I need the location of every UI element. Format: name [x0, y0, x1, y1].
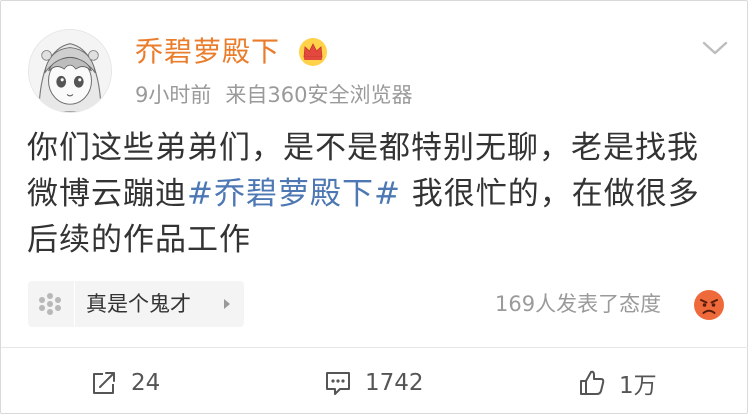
like-count: 1万	[619, 373, 657, 399]
comment-icon	[326, 372, 350, 395]
share-button[interactable]: 24	[89, 363, 160, 403]
topic-link[interactable]: #乔碧萝殿下#	[187, 176, 401, 212]
share-icon	[93, 372, 115, 394]
post-source[interactable]: 来自360安全浏览器	[225, 83, 412, 107]
comment-button[interactable]: 1742	[323, 363, 424, 403]
like-button[interactable]: 1万	[577, 363, 657, 403]
chevron-down-icon[interactable]	[701, 37, 729, 59]
avatar-image	[29, 30, 111, 112]
vip-crown-icon[interactable]	[297, 37, 329, 67]
footer-divider	[1, 347, 748, 348]
angry-face-icon[interactable]	[693, 289, 725, 321]
chip-divider	[74, 281, 75, 327]
thumbs-up-icon	[580, 370, 605, 395]
comment-count: 1742	[365, 370, 424, 396]
avatar[interactable]	[28, 29, 112, 113]
post-meta: 9小时前 来自360安全浏览器	[135, 81, 412, 109]
reaction-chip[interactable]: 真是个鬼才	[28, 281, 244, 327]
post-content: 你们这些弟弟们，是不是都特别无聊，老是找我微博云蹦迪#乔碧萝殿下# 我很忙的，在…	[27, 125, 727, 263]
share-count: 24	[131, 370, 161, 396]
weibo-post-card: 乔碧萝殿下 9小时前 来自360安全浏览器 你们这些弟弟们，是不是都特别无聊，老是…	[0, 0, 748, 414]
username[interactable]: 乔碧萝殿下	[135, 34, 280, 70]
flower-icon	[39, 293, 61, 315]
chevron-right-icon	[224, 299, 230, 309]
reaction-summary[interactable]: 169人发表了态度	[495, 289, 661, 319]
reaction-chip-label: 真是个鬼才	[86, 292, 191, 316]
post-time: 9小时前	[135, 83, 212, 107]
